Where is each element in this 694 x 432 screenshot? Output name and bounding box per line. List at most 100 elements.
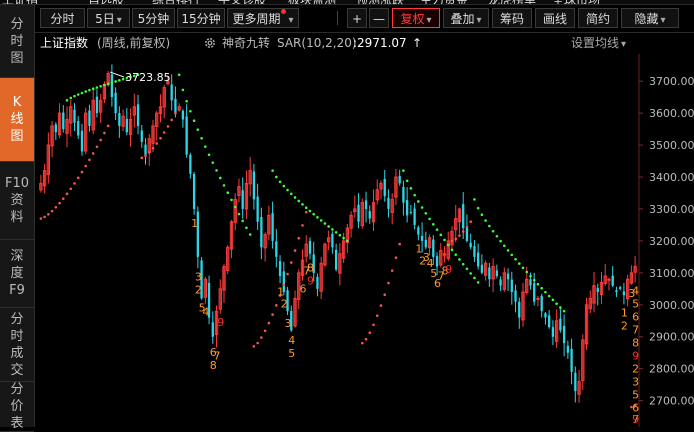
candle-body-down[interactable] xyxy=(95,96,99,114)
candle-body-down[interactable] xyxy=(417,227,420,235)
sidebar-tab[interactable]: F10 资 料 xyxy=(0,162,34,240)
candle-body-down[interactable] xyxy=(506,273,510,280)
candle-body-down[interactable] xyxy=(174,98,177,114)
candle-body-down[interactable] xyxy=(88,110,91,126)
indicator-name[interactable]: 神奇九转 xyxy=(222,33,270,53)
candle-body-down[interactable] xyxy=(275,241,278,257)
candle-body-down[interactable] xyxy=(114,92,117,114)
candle-body-down[interactable] xyxy=(405,200,409,216)
candle-body-down[interactable] xyxy=(469,242,472,248)
candle-body-down[interactable] xyxy=(383,178,386,197)
candle-body-down[interactable] xyxy=(476,252,480,267)
candle-body-down[interactable] xyxy=(465,227,469,241)
period-5d-dropdown[interactable]: 5日 xyxy=(87,8,130,28)
sidebar-tab[interactable]: 分 时 成 交 xyxy=(0,308,34,382)
candle-body-down[interactable] xyxy=(462,204,465,229)
candle-body-down[interactable] xyxy=(170,84,173,101)
hide-dropdown[interactable]: 隐藏 xyxy=(621,8,679,28)
candle-body-down[interactable] xyxy=(80,130,84,152)
candle-body-down[interactable] xyxy=(615,290,618,293)
candle-body-down[interactable] xyxy=(596,288,599,293)
candle-body-down[interactable] xyxy=(387,197,390,209)
candle-body-down[interactable] xyxy=(622,291,626,296)
candle-body-down[interactable] xyxy=(514,290,517,302)
candle-body-down[interactable] xyxy=(110,74,114,98)
candle-body-down[interactable] xyxy=(559,318,562,331)
candle-body-down[interactable] xyxy=(499,279,502,286)
candle-body-down[interactable] xyxy=(409,211,413,213)
candle-body-down[interactable] xyxy=(241,190,244,209)
candle-body-down[interactable] xyxy=(432,239,435,257)
chips-button[interactable]: 筹码 xyxy=(492,8,532,28)
candle-body-down[interactable] xyxy=(271,212,274,241)
candle-body-down[interactable] xyxy=(533,282,536,302)
period-5min-button[interactable]: 5分钟 xyxy=(132,8,175,28)
candle-body-down[interactable] xyxy=(316,276,319,289)
candle-body-up[interactable] xyxy=(607,278,611,281)
candle-body-down[interactable] xyxy=(357,204,360,222)
more-period-dropdown[interactable]: 更多周期 xyxy=(227,8,299,28)
candle-body-down[interactable] xyxy=(77,121,80,136)
candle-body-down[interactable] xyxy=(181,110,185,120)
overlay-dropdown[interactable]: 叠加 xyxy=(443,8,489,28)
candle-body-down[interactable] xyxy=(435,256,439,267)
candle-body-down[interactable] xyxy=(211,322,214,337)
fuquan-dropdown[interactable]: 复权 xyxy=(392,8,440,28)
candle-body-down[interactable] xyxy=(192,173,196,209)
candle-body-down[interactable] xyxy=(402,186,405,203)
candle-body-down[interactable] xyxy=(566,345,570,353)
candle-body-down[interactable] xyxy=(488,267,491,280)
candle-body-down[interactable] xyxy=(529,279,532,286)
candle-body-down[interactable] xyxy=(364,200,368,209)
candle-body-down[interactable] xyxy=(260,217,263,248)
candle-body-down[interactable] xyxy=(308,240,312,254)
candle-body-down[interactable] xyxy=(574,372,577,392)
candle-body-down[interactable] xyxy=(495,270,499,277)
candle-body-down[interactable] xyxy=(140,130,143,142)
candle-body-down[interactable] xyxy=(73,109,76,123)
candle-body-down[interactable] xyxy=(54,124,57,133)
candle-body-down[interactable] xyxy=(480,264,484,273)
candle-body-down[interactable] xyxy=(548,315,551,328)
zoom-out-button[interactable]: — xyxy=(369,8,389,28)
candle-body-down[interactable] xyxy=(424,239,427,248)
zoom-in-button[interactable]: + xyxy=(347,8,367,28)
sidebar-tab[interactable]: K 线 图 xyxy=(0,78,34,162)
kline-chart-svg[interactable]: 2700.00 2800.00 2900.00 3000.00 3100.00 3200.… xyxy=(35,54,694,427)
candle-body-down[interactable] xyxy=(611,275,614,286)
candle-body-down[interactable] xyxy=(544,313,547,318)
candle-body-down[interactable] xyxy=(551,327,555,337)
candle-body-down[interactable] xyxy=(118,113,121,126)
candle-body-down[interactable] xyxy=(570,348,573,372)
candle-body-down[interactable] xyxy=(144,144,147,155)
draw-line-button[interactable]: 画线 xyxy=(535,8,575,28)
candle-body-down[interactable] xyxy=(334,249,338,270)
sidebar-tab[interactable]: 分 价 表 xyxy=(0,382,34,432)
candle-body-down[interactable] xyxy=(413,208,416,225)
kline-chart[interactable]: 2700.00 2800.00 2900.00 3000.00 3100.00 3200.… xyxy=(35,54,694,427)
candle-body-down[interactable] xyxy=(331,233,334,248)
candle-body-down[interactable] xyxy=(189,154,192,174)
candle-body-down[interactable] xyxy=(125,118,128,133)
gear-icon[interactable] xyxy=(203,36,217,50)
simple-mode-button[interactable]: 简约 xyxy=(578,8,618,28)
candle-body-down[interactable] xyxy=(540,295,543,312)
set-ma-dropdown[interactable]: 设置均线 xyxy=(571,33,626,55)
sidebar-tab[interactable]: 深 度 F9 xyxy=(0,240,34,308)
candle-body-down[interactable] xyxy=(562,325,566,344)
candle-body-down[interactable] xyxy=(136,104,140,126)
candle-body-down[interactable] xyxy=(510,279,513,293)
candle-body-down[interactable] xyxy=(368,211,371,219)
candle-body-down[interactable] xyxy=(518,301,521,318)
candle-body-down[interactable] xyxy=(398,175,401,184)
candle-body-down[interactable] xyxy=(619,287,622,289)
candle-body-down[interactable] xyxy=(473,246,476,257)
period-15min-button[interactable]: 15分钟 xyxy=(177,8,225,28)
candle-body-down[interactable] xyxy=(256,196,259,222)
candle-body-down[interactable] xyxy=(278,261,282,277)
candle-body-down[interactable] xyxy=(252,171,256,200)
candle-body-down[interactable] xyxy=(62,112,65,130)
sidebar-tab[interactable]: 分 时 图 xyxy=(0,5,34,78)
candle-body-down[interactable] xyxy=(185,116,188,155)
tab-fenshi[interactable]: 分时 xyxy=(40,8,85,28)
